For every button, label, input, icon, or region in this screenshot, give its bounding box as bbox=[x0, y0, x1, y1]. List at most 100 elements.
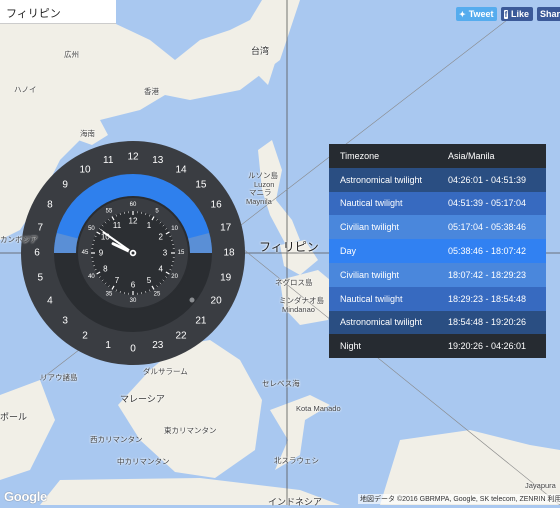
clock-minute-label: 20 bbox=[171, 274, 178, 280]
timezone-row: Nautical twilight04:51:39 - 05:17:04 bbox=[329, 192, 546, 216]
map-label: 北スラウェシ bbox=[274, 455, 319, 466]
like-label: Like bbox=[511, 9, 529, 19]
timezone-header-label: Timezone bbox=[329, 151, 440, 161]
clock-minute-label: 35 bbox=[106, 292, 113, 298]
map-label: マレーシア bbox=[120, 392, 165, 405]
dial-hour-label: 21 bbox=[195, 315, 207, 326]
clock-minute-label: 30 bbox=[130, 298, 137, 304]
dial-hour-label: 11 bbox=[103, 155, 114, 166]
map-label: インドネシア bbox=[268, 495, 322, 508]
clock-minute-label: 50 bbox=[88, 226, 95, 232]
timezone-row-name: Night bbox=[329, 341, 440, 351]
timezone-row-range: 18:07:42 - 18:29:23 bbox=[440, 270, 546, 280]
clock-hour-label: 3 bbox=[163, 249, 168, 258]
tweet-label: Tweet bbox=[469, 9, 494, 19]
map-label: ハノイ bbox=[14, 84, 37, 95]
like-button[interactable]: fLike bbox=[501, 7, 533, 21]
dial-hour-label: 2 bbox=[82, 331, 88, 342]
search-input[interactable]: フィリピン bbox=[0, 0, 116, 24]
clock-hour-label: 12 bbox=[129, 217, 138, 226]
timezone-row-range: 04:51:39 - 05:17:04 bbox=[440, 198, 546, 208]
clock-hour-label: 9 bbox=[99, 249, 104, 258]
share-label: Share bbox=[540, 9, 560, 19]
timezone-table: Timezone Asia/Manila Astronomical twilig… bbox=[329, 144, 546, 358]
share-button[interactable]: Share bbox=[537, 7, 560, 21]
map-attribution[interactable]: 地図データ ©2016 GBRMPA, Google, SK telecom, … bbox=[358, 494, 560, 504]
dial-hour-label: 8 bbox=[47, 200, 53, 211]
map-label: 香港 bbox=[144, 86, 159, 97]
map-label: 東カリマンタン bbox=[164, 425, 217, 436]
timezone-header-row: Timezone Asia/Manila bbox=[329, 144, 546, 168]
map-label: Mindanao bbox=[282, 305, 315, 314]
dial-hour-label: 17 bbox=[220, 223, 232, 234]
map-label: 広州 bbox=[64, 49, 79, 60]
map-label: Kota Manado bbox=[296, 404, 341, 413]
timezone-row: Nautical twilight18:29:23 - 18:54:48 bbox=[329, 287, 546, 311]
map-label: リアウ諸島 bbox=[40, 372, 78, 383]
dial-hour-label: 13 bbox=[152, 155, 164, 166]
clock-center-dot bbox=[132, 252, 135, 255]
clock-hour-label: 2 bbox=[158, 233, 163, 242]
dial-hour-label: 4 bbox=[47, 296, 53, 307]
map-label: カンボジア bbox=[0, 234, 38, 245]
map-label: フィリピン bbox=[259, 238, 319, 255]
timezone-row-range: 05:17:04 - 05:38:46 bbox=[440, 222, 546, 232]
dial-hour-label: 20 bbox=[211, 296, 223, 307]
clock-minute-label: 55 bbox=[106, 208, 113, 214]
clock-hour-label: 7 bbox=[115, 276, 120, 285]
timezone-row: Day05:38:46 - 18:07:42 bbox=[329, 239, 546, 263]
map-label: Maynila bbox=[246, 197, 272, 206]
clock-hour-label: 6 bbox=[131, 281, 136, 290]
map-label: Jayapura bbox=[525, 481, 556, 490]
dial-hour-label: 23 bbox=[152, 340, 164, 351]
dial-hour-label: 12 bbox=[127, 152, 139, 163]
clock-minute-label: 40 bbox=[88, 274, 95, 280]
dial-hour-label: 14 bbox=[175, 164, 187, 175]
dial-hour-label: 15 bbox=[195, 180, 207, 191]
timezone-row-name: Nautical twilight bbox=[329, 294, 440, 304]
clock-minute-label: 45 bbox=[82, 250, 89, 256]
current-time-marker bbox=[190, 298, 195, 303]
clock-hour-label: 4 bbox=[158, 265, 163, 274]
facebook-icon: f bbox=[504, 10, 508, 19]
map-label: 中カリマンタン bbox=[117, 456, 170, 467]
dial-hour-label: 5 bbox=[38, 272, 44, 283]
map-label: 海南 bbox=[80, 128, 95, 139]
sun-clock[interactable]: 01234567891011121314151617181920212223 1… bbox=[21, 141, 245, 365]
map-label: セレベス海 bbox=[262, 378, 300, 389]
timezone-row-name: Civilian twilight bbox=[329, 270, 440, 280]
dial-hour-label: 0 bbox=[130, 344, 136, 355]
clock-minute-label: 25 bbox=[154, 292, 161, 298]
dial-hour-label: 18 bbox=[223, 248, 235, 259]
timezone-row-name: Nautical twilight bbox=[329, 198, 440, 208]
timezone-row-name: Astronomical twilight bbox=[329, 175, 440, 185]
dial-hour-label: 10 bbox=[79, 164, 91, 175]
timezone-row: Night19:20:26 - 04:26:01 bbox=[329, 334, 546, 358]
tweet-button[interactable]: ✦Tweet bbox=[456, 7, 497, 21]
timezone-header-value: Asia/Manila bbox=[440, 151, 546, 161]
map-label: 西カリマンタン bbox=[90, 434, 143, 445]
twitter-icon: ✦ bbox=[459, 10, 466, 19]
timezone-row-name: Astronomical twilight bbox=[329, 317, 440, 327]
timezone-row-range: 19:20:26 - 04:26:01 bbox=[440, 341, 546, 351]
map-label: ネグロス島 bbox=[275, 277, 313, 288]
dial-hour-label: 16 bbox=[211, 200, 223, 211]
clock-hour-label: 11 bbox=[113, 221, 122, 230]
dial-hour-label: 3 bbox=[62, 315, 68, 326]
timezone-row-range: 05:38:46 - 18:07:42 bbox=[440, 246, 546, 256]
dial-hour-label: 19 bbox=[220, 272, 232, 283]
timezone-row: Civilian twilight18:07:42 - 18:29:23 bbox=[329, 263, 546, 287]
dial-hour-label: 9 bbox=[62, 180, 68, 191]
google-logo[interactable]: Google bbox=[4, 489, 47, 504]
timezone-row-range: 18:54:48 - 19:20:26 bbox=[440, 317, 546, 327]
map-label: ダルサラーム bbox=[143, 366, 188, 377]
map-label: 台湾 bbox=[251, 44, 269, 57]
timezone-row-name: Day bbox=[329, 246, 440, 256]
dial-hour-label: 22 bbox=[175, 331, 187, 342]
clock-hour-label: 5 bbox=[147, 276, 152, 285]
dial-hour-label: 7 bbox=[38, 223, 44, 234]
timezone-row-name: Civilian twilight bbox=[329, 222, 440, 232]
clock-hour-label: 1 bbox=[147, 221, 152, 230]
clock-minute-label: 60 bbox=[130, 202, 137, 208]
timezone-row: Astronomical twilight18:54:48 - 19:20:26 bbox=[329, 311, 546, 335]
